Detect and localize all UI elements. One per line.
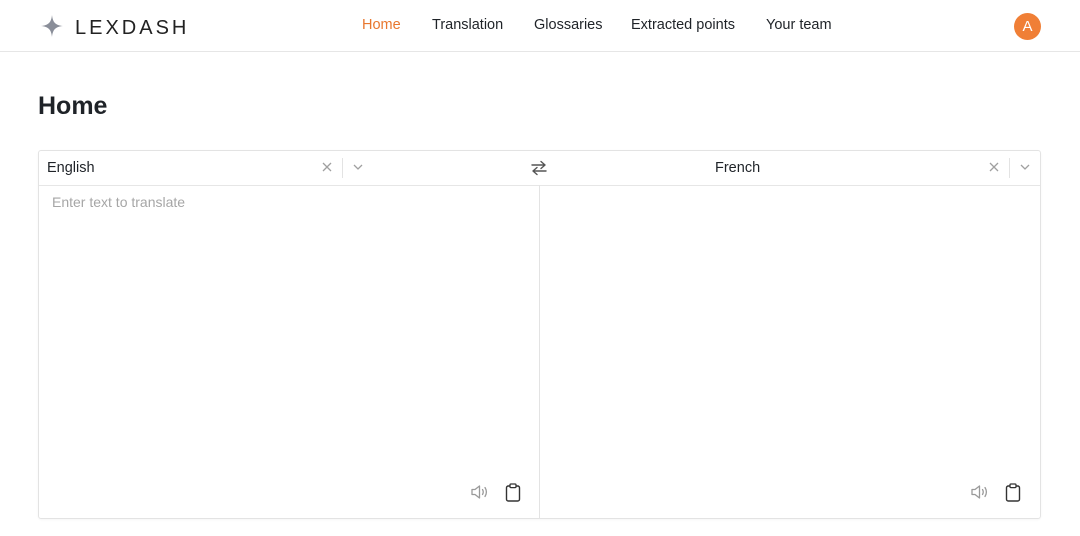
clipboard-icon[interactable]	[502, 481, 524, 503]
nav-item-glossaries[interactable]: Glossaries	[534, 17, 603, 33]
top-navigation-bar: LEXDASH Home Translation Glossaries Extr…	[0, 0, 1080, 52]
language-selector-bar: English French	[39, 151, 1040, 186]
clipboard-icon[interactable]	[1002, 481, 1024, 503]
source-text-input[interactable]	[40, 186, 538, 466]
speaker-icon[interactable]	[969, 481, 991, 503]
nav-item-home[interactable]: Home	[362, 17, 401, 33]
translator-panel: English French	[38, 150, 1041, 519]
translation-output	[541, 186, 1038, 466]
main-nav: Home Translation Glossaries Extracted po…	[0, 17, 1080, 37]
panel-divider	[539, 185, 540, 518]
nav-item-your-team[interactable]: Your team	[766, 17, 832, 33]
clear-source-language-icon[interactable]	[319, 159, 335, 175]
clear-target-language-icon[interactable]	[986, 159, 1002, 175]
speaker-icon[interactable]	[469, 481, 491, 503]
separator	[1009, 158, 1010, 178]
target-language-select[interactable]: French	[715, 160, 760, 176]
nav-item-translation[interactable]: Translation	[432, 17, 503, 33]
chevron-down-icon[interactable]	[1017, 159, 1033, 175]
source-language-select[interactable]: English	[47, 160, 95, 176]
nav-item-extracted-points[interactable]: Extracted points	[631, 17, 735, 33]
chevron-down-icon[interactable]	[350, 159, 366, 175]
page-title: Home	[38, 92, 108, 120]
user-avatar[interactable]: A	[1014, 13, 1041, 40]
separator	[342, 158, 343, 178]
swap-languages-icon[interactable]	[529, 158, 549, 178]
